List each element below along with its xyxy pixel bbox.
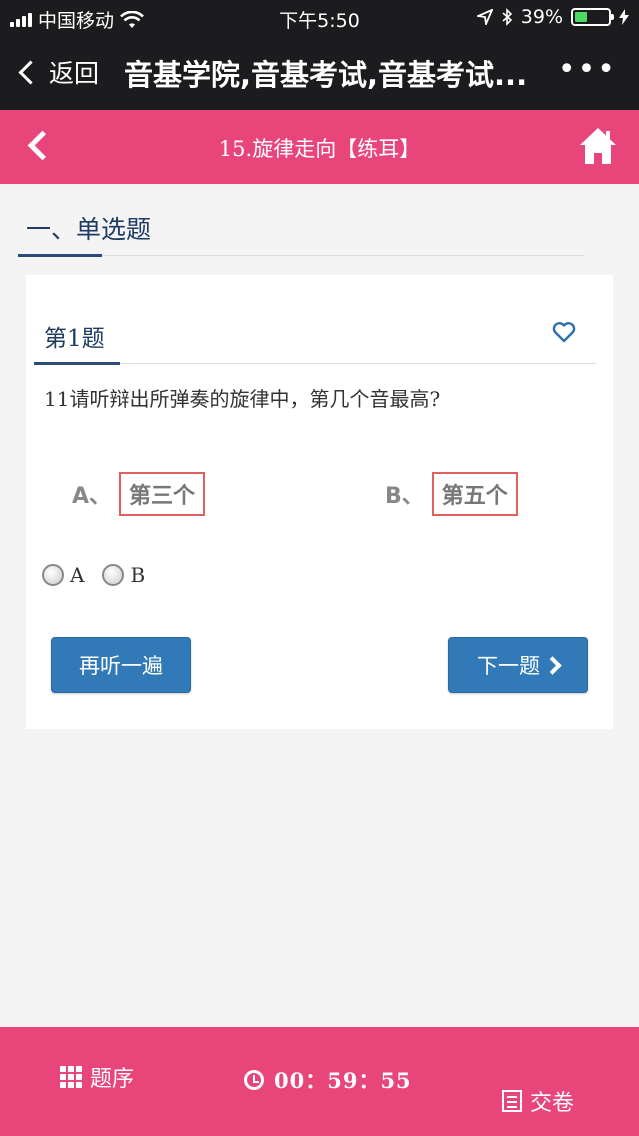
question-text: 11请听辩出所弹奏的旋律中，第几个音最高? (44, 387, 441, 411)
radio-b-label: B (130, 563, 146, 587)
option-b-letter: B、 (385, 484, 424, 509)
chevron-right-icon (543, 655, 562, 675)
submit-label: 交卷 (530, 1091, 575, 1116)
replay-button[interactable]: 再听一遍 (51, 637, 191, 693)
clock-icon (244, 1070, 264, 1090)
grid-icon (60, 1066, 82, 1088)
question-underline (34, 362, 120, 365)
answer-radio-group: A B (42, 563, 145, 587)
back-chevron-icon (18, 59, 43, 85)
option-a: A、 第三个 (72, 472, 206, 516)
bluetooth-icon (502, 8, 512, 26)
radio-a-label: A (70, 563, 85, 587)
status-bar: 中国移动 下午5:50 39% (0, 0, 639, 36)
replay-button-label: 再听一遍 (79, 654, 163, 678)
question-number: 第1题 (44, 326, 105, 352)
bottom-bar: 题序 00：59：55 交卷 (0, 1027, 639, 1136)
countdown-timer: 00：59：55 (244, 1065, 412, 1095)
status-right: 39% (476, 6, 629, 28)
next-button-label: 下一题 (477, 654, 540, 678)
more-menu-button[interactable]: ••• (558, 55, 617, 85)
section-divider (18, 255, 584, 256)
next-question-button[interactable]: 下一题 (448, 637, 588, 693)
wechat-nav-bar: 返回 音基学院,音基考试,音基考试... ••• (0, 36, 639, 110)
question-card: 第1题 11请听辩出所弹奏的旋律中，第几个音最高? A、 第三个 B、 第五个 … (26, 275, 613, 729)
submit-exam-button[interactable]: 交卷 (502, 1085, 574, 1117)
wechat-back-label: 返回 (49, 59, 100, 88)
battery-icon (571, 8, 614, 26)
wechat-page-title: 音基学院,音基考试,音基考试... (124, 58, 528, 92)
section-title: 一、单选题 (26, 215, 152, 244)
favorite-heart-icon[interactable] (552, 321, 576, 343)
charging-icon (619, 9, 629, 25)
question-order-label: 题序 (90, 1067, 135, 1092)
radio-a[interactable] (42, 564, 64, 586)
option-b-text: 第五个 (431, 472, 518, 516)
section-underline (18, 254, 102, 257)
radio-b[interactable] (102, 564, 125, 586)
option-a-letter: A、 (72, 484, 112, 509)
exam-title: 15.旋律走向【练耳】 (218, 137, 421, 161)
option-b: B、 第五个 (385, 472, 518, 516)
question-order-button[interactable]: 题序 (60, 1061, 134, 1093)
option-a-text: 第三个 (119, 472, 206, 516)
wechat-back-button[interactable]: 返回 (16, 54, 99, 90)
paper-icon (502, 1090, 522, 1112)
timer-value: 00：59：55 (274, 1068, 412, 1093)
location-icon (476, 9, 493, 25)
battery-percent: 39% (520, 6, 563, 28)
exam-header: 15.旋律走向【练耳】 (0, 110, 639, 184)
home-icon[interactable] (579, 126, 617, 166)
